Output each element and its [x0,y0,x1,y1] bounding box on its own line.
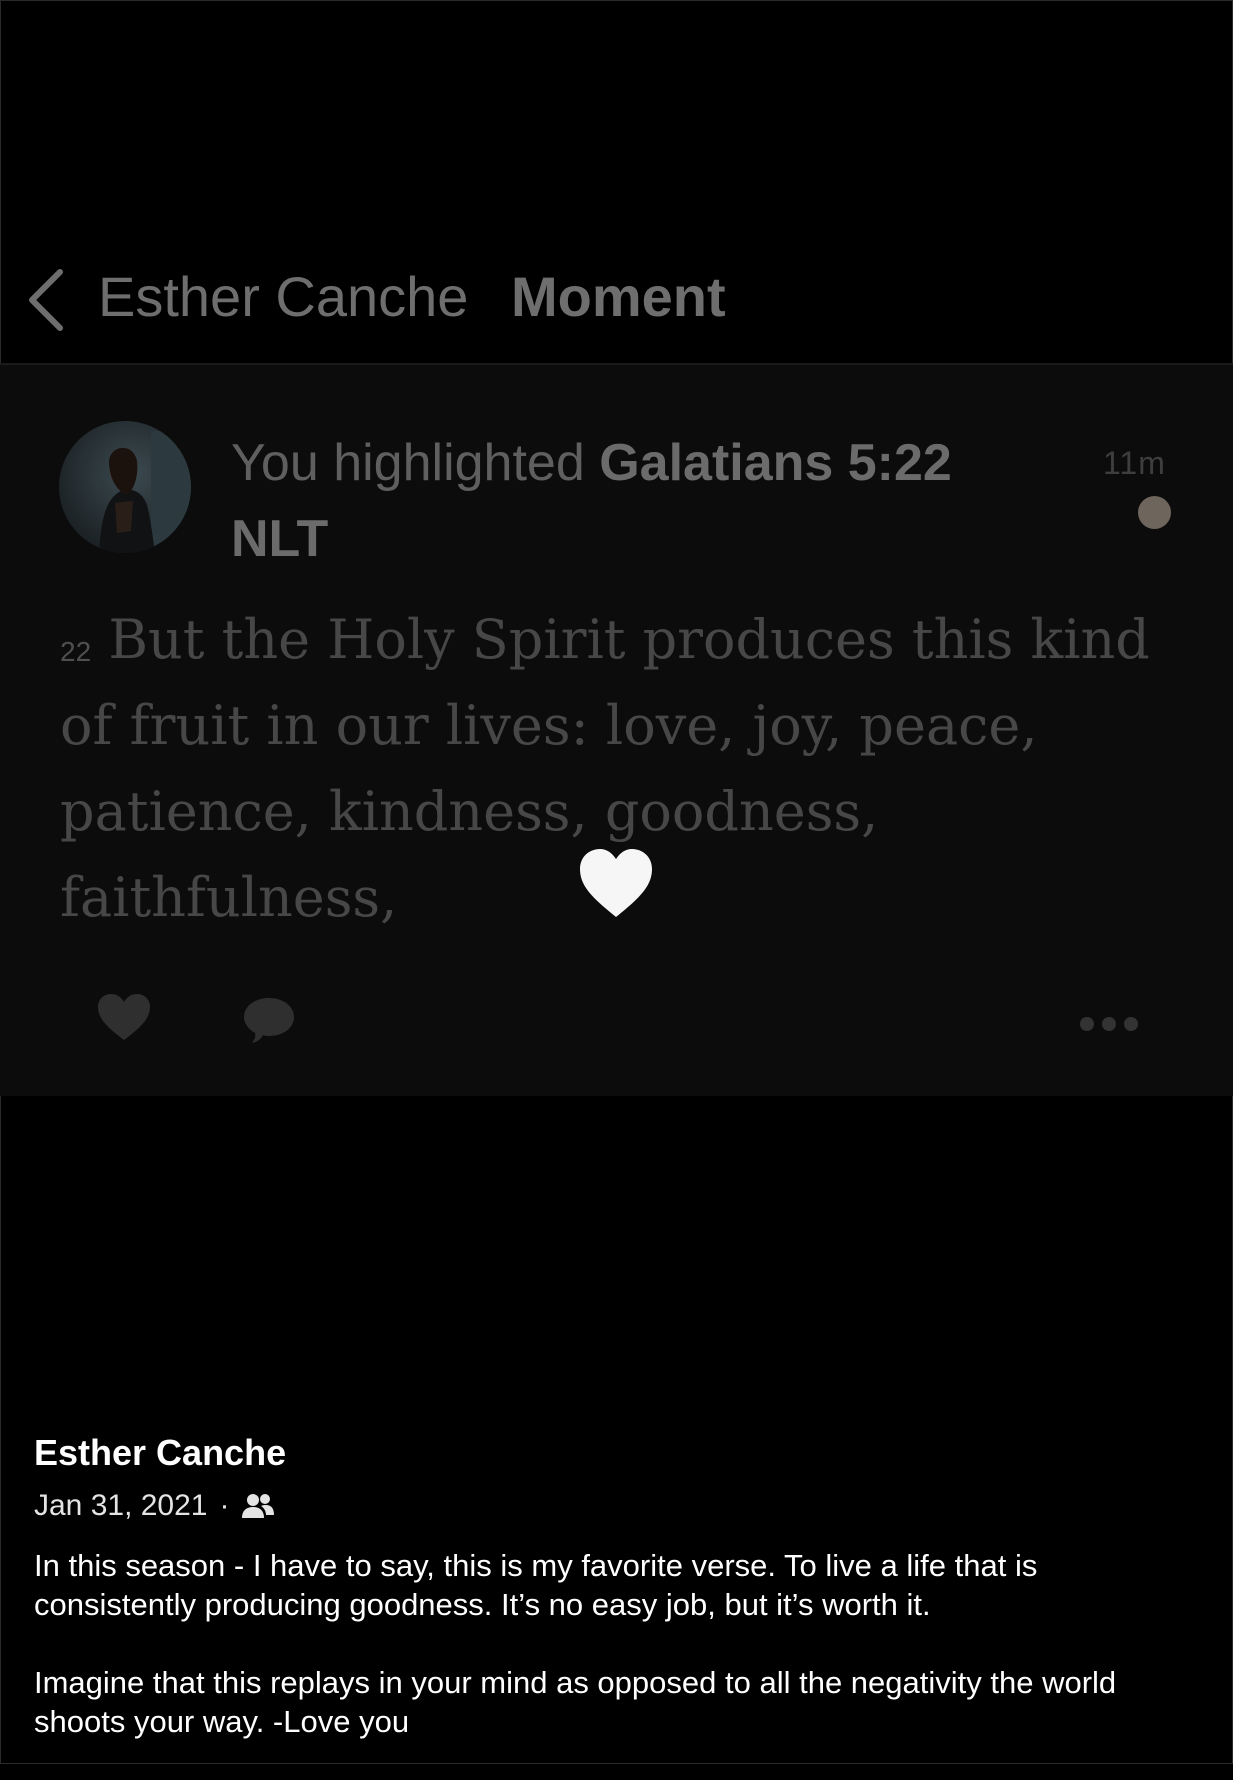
white-heart-icon [580,849,652,917]
bible-version[interactable]: NLT [231,510,328,568]
meta-separator: · [219,1489,230,1522]
chevron-left-icon [29,269,63,331]
like-animation-overlay [578,847,654,924]
top-nav-bar: Esther Canche Moment [0,240,1233,362]
comment-button[interactable] [242,995,296,1050]
profile-photo [59,421,191,553]
back-button[interactable] [26,260,70,340]
caption-date: Jan 31, 2021 [34,1489,208,1522]
caption-paragraph: Imagine that this replays in your mind a… [34,1665,1117,1739]
unread-indicator [1138,496,1171,529]
headline-prefix: You highlighted [231,434,585,492]
comment-bubble-icon [244,998,294,1043]
caption-body: In this season - I have to say, this is … [34,1546,1204,1741]
caption-author-name[interactable]: Esther Canche [34,1432,1204,1476]
moment-card: You highlighted Galatians 5:22 NLT 11m 2… [0,365,1233,1096]
like-button[interactable] [96,992,152,1047]
moment-timestamp: 11m [1103,445,1166,481]
caption-paragraph: In this season - I have to say, this is … [34,1548,1038,1622]
heart-icon [98,994,150,1040]
avatar[interactable] [59,421,191,553]
caption-meta: Jan 31, 2021 · [34,1486,1204,1526]
nav-author-name[interactable]: Esther Canche [98,264,468,329]
moment-caption: Esther Canche Jan 31, 2021 · In this sea… [34,1432,1204,1780]
nav-page-title: Moment [511,265,726,328]
moment-headline: You highlighted Galatians 5:22 NLT [231,425,1051,577]
friends-icon [242,1494,275,1518]
verse-number: 22 [60,636,92,667]
more-dots-icon [1080,1017,1138,1031]
verse-reference[interactable]: Galatians 5:22 [599,434,952,492]
more-options-button[interactable] [1079,1015,1139,1038]
